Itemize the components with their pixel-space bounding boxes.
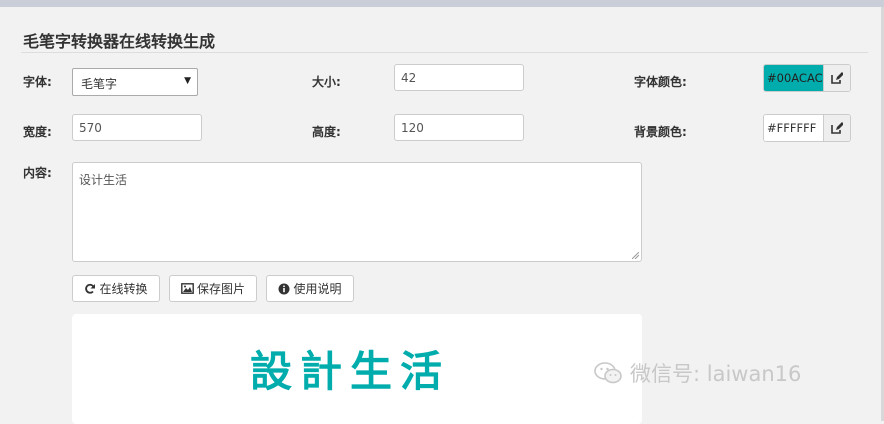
font-color-label: 字体颜色: xyxy=(634,75,687,89)
page-title: 毛笔字转换器在线转换生成 xyxy=(23,32,216,51)
content-label: 内容: xyxy=(23,166,52,180)
preview-text: 設計生活 xyxy=(250,347,451,396)
refresh-icon xyxy=(85,283,96,294)
bg-color-picker[interactable]: #FFFFFF xyxy=(763,114,851,142)
font-select[interactable]: 毛笔字 ▼ xyxy=(72,68,198,96)
wechat-icon xyxy=(594,362,622,384)
content-textarea[interactable]: 设计生活 xyxy=(72,162,642,262)
font-label: 字体: xyxy=(23,75,52,89)
picture-icon xyxy=(181,283,194,294)
bg-color-label: 背景颜色: xyxy=(634,125,687,139)
watermark-text: 微信号: laiwan16 xyxy=(630,362,802,386)
convert-button-label: 在线转换 xyxy=(99,282,148,296)
preview-canvas: 設計生活 xyxy=(72,314,642,424)
edit-icon xyxy=(831,72,844,84)
font-color-button[interactable] xyxy=(823,65,850,91)
watermark: 微信号: laiwan16 xyxy=(594,358,801,388)
title-divider xyxy=(21,52,868,53)
save-image-button[interactable]: 保存图片 xyxy=(169,275,257,302)
content-text: 设计生活 xyxy=(79,173,128,187)
resize-handle-icon[interactable] xyxy=(632,252,639,259)
top-bar xyxy=(0,0,884,7)
width-input[interactable]: 570 xyxy=(72,114,202,141)
size-label: 大小: xyxy=(312,75,341,89)
help-button[interactable]: 使用说明 xyxy=(266,275,354,302)
save-image-button-label: 保存图片 xyxy=(196,282,245,296)
width-label: 宽度: xyxy=(23,125,52,139)
bg-color-button[interactable] xyxy=(823,115,850,141)
font-color-input[interactable]: #00ACAC xyxy=(764,65,824,91)
edit-icon xyxy=(831,122,844,134)
bg-color-input[interactable]: #FFFFFF xyxy=(764,115,824,141)
info-icon xyxy=(278,283,290,294)
font-color-picker[interactable]: #00ACAC xyxy=(763,64,851,92)
font-select-value: 毛笔字 xyxy=(81,77,118,91)
convert-button[interactable]: 在线转换 xyxy=(72,275,160,302)
chevron-down-icon: ▼ xyxy=(184,76,191,86)
size-input[interactable]: 42 xyxy=(394,64,524,91)
help-button-label: 使用说明 xyxy=(293,282,342,296)
height-input[interactable]: 120 xyxy=(394,114,524,141)
height-label: 高度: xyxy=(312,125,341,139)
